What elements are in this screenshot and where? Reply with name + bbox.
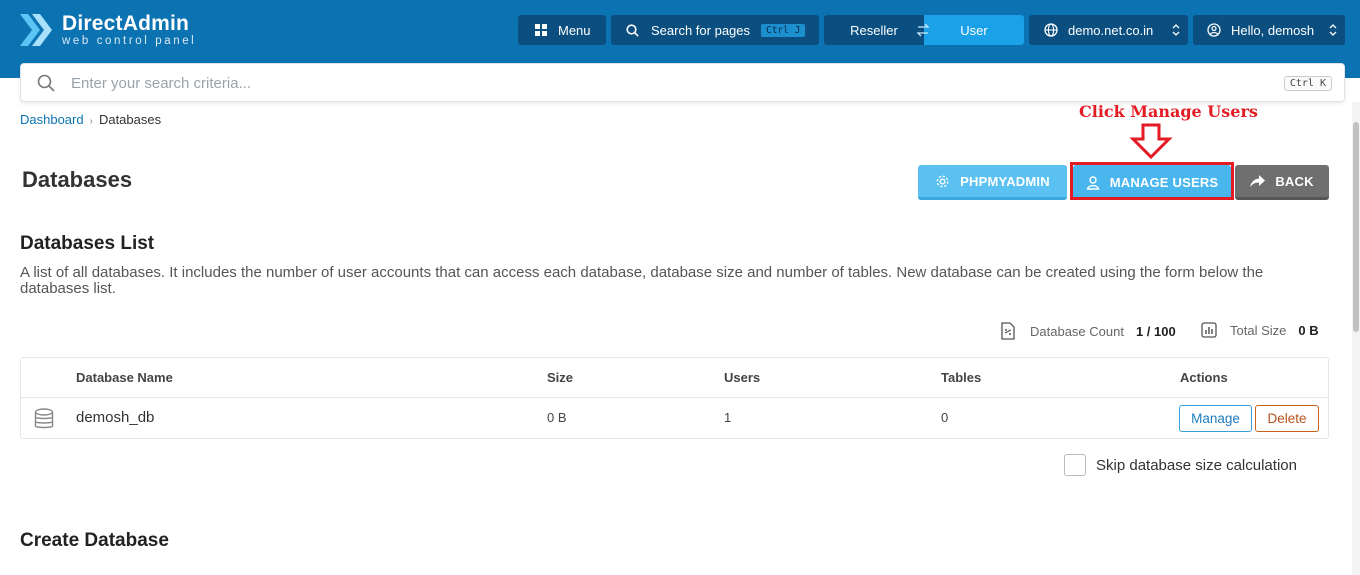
search-pages-label: Search for pages <box>651 22 751 38</box>
manage-button[interactable]: Manage <box>1179 405 1252 432</box>
phpmyadmin-button[interactable]: PHPMYADMIN <box>918 165 1067 200</box>
globe-icon <box>1044 23 1058 37</box>
menu-button[interactable]: Menu <box>518 15 606 45</box>
database-count-label: Database Count <box>1030 323 1124 339</box>
search-shortcut: Ctrl J <box>760 22 807 38</box>
total-size-label: Total Size <box>1230 322 1287 338</box>
reseller-option[interactable]: Reseller <box>824 23 924 38</box>
share-arrow-icon <box>1250 174 1266 187</box>
breadcrumb-separator-icon: › <box>89 116 93 127</box>
total-size-value: 0 B <box>1298 322 1319 338</box>
directadmin-logo[interactable]: DirectAdmin web control panel <box>20 10 196 50</box>
skip-size-calculation[interactable]: Skip database size calculation <box>1064 454 1297 476</box>
user-option[interactable]: User <box>924 15 1024 45</box>
domain-select[interactable]: demo.net.co.in <box>1029 15 1188 45</box>
page-title: Databases <box>22 167 133 192</box>
annotation-arrow-icon <box>1129 123 1173 159</box>
back-label: BACK <box>1275 173 1314 189</box>
databases-table: Database Name Size Users Tables Actions … <box>20 357 1329 439</box>
annotation-text: Click Manage Users <box>1079 102 1258 121</box>
level-switch[interactable]: Reseller User <box>824 15 1024 45</box>
column-header: Actions <box>1180 370 1228 385</box>
database-size: 0 B <box>547 410 567 425</box>
grid-icon <box>535 24 547 36</box>
search-icon <box>626 23 639 37</box>
column-header[interactable]: Users <box>724 370 760 385</box>
bar-chart-icon <box>1201 322 1217 338</box>
swap-icon <box>916 23 930 37</box>
skip-size-label: Skip database size calculation <box>1096 456 1297 474</box>
database-name[interactable]: demosh_db <box>76 409 154 426</box>
chevron-updown-icon <box>1329 24 1337 36</box>
back-button[interactable]: BACK <box>1235 165 1329 200</box>
breadcrumb-dashboard[interactable]: Dashboard <box>20 112 84 127</box>
brand-title: DirectAdmin <box>62 12 190 35</box>
create-database-title: Create Database <box>20 530 169 551</box>
user-circle-icon <box>1207 23 1221 37</box>
databases-list-title: Databases List <box>20 233 155 254</box>
column-header[interactable]: Size <box>547 370 573 385</box>
database-file-icon <box>1001 322 1015 340</box>
databases-list-description: A list of all databases. It includes the… <box>20 264 1264 297</box>
database-count-value: 1 / 100 <box>1135 323 1176 339</box>
row-divider <box>21 397 1328 398</box>
user-menu[interactable]: Hello, demosh <box>1193 15 1345 45</box>
total-size-stat: Total Size 0 B <box>1201 322 1319 338</box>
page-scrollbar[interactable] <box>1352 102 1360 575</box>
search-pages-button[interactable]: Search for pages Ctrl J <box>611 15 819 45</box>
column-header[interactable]: Database Name <box>76 370 173 385</box>
database-users: 1 <box>724 410 732 425</box>
menu-label: Menu <box>558 22 591 38</box>
database-tables: 0 <box>941 410 949 425</box>
scrollbar-thumb[interactable] <box>1353 122 1359 332</box>
database-icon <box>34 408 54 429</box>
search-shortcut: Ctrl K <box>1283 76 1332 91</box>
annotation-highlight-box <box>1070 162 1234 200</box>
user-option-label: User <box>960 22 988 38</box>
greeting-label: Hello, demosh <box>1231 22 1315 38</box>
domain-label: demo.net.co.in <box>1068 22 1154 38</box>
skip-size-checkbox[interactable] <box>1064 454 1086 476</box>
breadcrumb-current: Databases <box>98 112 162 127</box>
phpmyadmin-label: PHPMYADMIN <box>960 173 1050 189</box>
breadcrumb: Dashboard › Databases <box>20 112 161 127</box>
search-icon <box>37 74 55 92</box>
gear-icon <box>936 175 949 187</box>
brand-subtitle: web control panel <box>62 35 197 47</box>
global-search: Ctrl K <box>20 63 1345 102</box>
search-input[interactable] <box>71 73 1271 93</box>
database-count-stat: Database Count 1 / 100 <box>1000 322 1176 340</box>
column-header: Tables <box>941 370 982 385</box>
chevron-updown-icon <box>1172 24 1180 36</box>
delete-button[interactable]: Delete <box>1255 405 1319 432</box>
logo-mark-icon <box>20 14 52 46</box>
